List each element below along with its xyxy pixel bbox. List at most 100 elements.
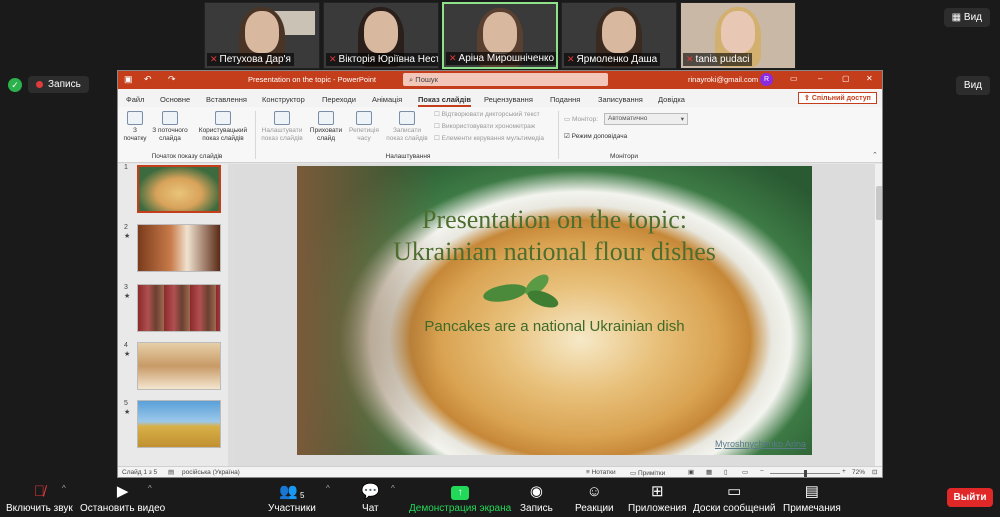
reading-view-icon[interactable]: ▯ <box>724 468 728 476</box>
participant-tile-2[interactable]: ✕Вікторія Юріївна Несте... <box>323 2 439 69</box>
chat-button[interactable]: 💬 Чат <box>361 480 380 514</box>
window-title: Presentation on the topic - PowerPoint <box>248 75 376 84</box>
video-button[interactable]: ▶ Остановить видео <box>80 480 165 514</box>
animation-star-icon: ★ <box>124 293 131 300</box>
chevron-up-icon[interactable]: ^ <box>148 484 152 493</box>
collapse-ribbon-icon[interactable]: ⌃ <box>872 151 878 159</box>
chk-narration[interactable]: ☐ Відтворювати дикторський текст <box>434 111 554 119</box>
fit-slide-icon[interactable]: ⊡ <box>872 468 877 476</box>
slide-title-line1: Presentation on the topic: <box>421 205 687 234</box>
notes-label: Примечания <box>783 503 841 514</box>
slide-thumb-4[interactable] <box>137 342 221 390</box>
monitor-icon: ▭ <box>564 116 571 123</box>
share-view-button[interactable]: Вид <box>955 76 990 95</box>
slide-title: Presentation on the topic: Ukrainian nat… <box>297 204 812 268</box>
normal-view-icon[interactable]: ▣ <box>688 468 694 476</box>
thumb-number: 5 <box>124 400 128 407</box>
undo-icon[interactable]: ↶ <box>144 74 152 85</box>
slide-thumb-2[interactable] <box>137 224 221 272</box>
tab-home[interactable]: Основне <box>160 95 190 104</box>
share-label: Спільний доступ <box>811 95 871 102</box>
play-current-icon <box>162 111 178 125</box>
custom-show-button[interactable]: Користувацький показ слайдів <box>196 111 250 142</box>
tab-view[interactable]: Подання <box>550 95 580 104</box>
slide-thumb-3[interactable] <box>137 284 221 332</box>
participants-button[interactable]: 👥 5 Участники <box>268 480 316 514</box>
account-email[interactable]: rinayroki@gmail.com <box>688 75 758 84</box>
tab-transitions[interactable]: Переходи <box>322 95 356 104</box>
tab-slideshow[interactable]: Показ слайдів <box>418 95 471 107</box>
chk-timings[interactable]: ☐ Використовувати хронометраж <box>434 123 554 131</box>
rehearse-button[interactable]: Репетиція часу <box>346 111 382 142</box>
maximize-icon[interactable]: ▢ <box>842 74 850 83</box>
chk-narration-label: Відтворювати дикторський текст <box>441 111 540 118</box>
scrollbar-thumb[interactable] <box>876 186 882 220</box>
participant-tile-3[interactable]: ✕ Аріна Мирошніченко <box>442 2 558 69</box>
monitor-select[interactable]: Автоматично ▾ <box>604 113 688 125</box>
chevron-up-icon[interactable]: ^ <box>326 484 330 493</box>
custom-show-label: Користувацький показ слайдів <box>198 127 248 142</box>
recording-indicator[interactable]: Запись <box>28 76 89 93</box>
share-view-label: Вид <box>963 80 982 91</box>
ribbon-display-icon[interactable]: ▭ <box>790 74 798 83</box>
vertical-scrollbar[interactable] <box>875 164 882 466</box>
zoom-out-icon[interactable]: − <box>760 468 764 475</box>
tab-design[interactable]: Конструктор <box>262 95 305 104</box>
spellcheck-icon[interactable]: ▤ <box>168 468 174 476</box>
chk-presenter[interactable]: ☑ Режим доповідача <box>564 133 664 141</box>
redo-icon[interactable]: ↷ <box>168 74 176 85</box>
notes-button[interactable]: ≡ Нотатки <box>586 469 616 476</box>
close-icon[interactable]: ✕ <box>866 74 873 83</box>
group-label-setup: Налаштування <box>385 153 431 160</box>
notes-button[interactable]: ▤ Примечания <box>783 480 841 514</box>
rehearse-icon <box>356 111 372 125</box>
zoom-slider[interactable] <box>770 470 840 477</box>
chevron-up-icon[interactable]: ^ <box>391 484 395 493</box>
zoom-in-icon[interactable]: + <box>842 468 846 475</box>
record-button[interactable]: ◉ Запись <box>520 480 553 514</box>
mic-off-icon: ✕ <box>210 54 218 64</box>
comments-button[interactable]: ▭ Примітки <box>630 469 665 477</box>
record-show-button[interactable]: Записати показ слайдів <box>384 111 430 142</box>
tab-animations[interactable]: Анімація <box>372 95 402 104</box>
whiteboards-label: Доски сообщений <box>693 503 776 514</box>
security-shield-icon[interactable]: ✓ <box>8 78 22 92</box>
view-button[interactable]: ▦ Вид <box>943 8 990 27</box>
reactions-button[interactable]: ☺ Реакции <box>575 480 614 514</box>
ppt-title-bar: ▣ ↶ ↷ Presentation on the topic - PowerP… <box>118 71 882 89</box>
from-start-button[interactable]: З початку <box>122 111 148 142</box>
hide-slide-button[interactable]: Приховати слайд <box>308 111 344 142</box>
tab-record[interactable]: Записування <box>598 95 643 104</box>
from-current-button[interactable]: З поточного слайда <box>150 111 190 142</box>
share-screen-button[interactable]: ↑ Демонстрация экрана <box>409 480 511 514</box>
tab-help[interactable]: Довідка <box>658 95 685 104</box>
language-indicator[interactable]: російська (Україна) <box>182 469 240 476</box>
participant-tile-5[interactable]: ✕ tania pudaci <box>680 2 796 69</box>
chevron-up-icon[interactable]: ^ <box>62 484 66 493</box>
chk-media[interactable]: ☐ Елементи керування мультимедіа <box>434 135 554 143</box>
slide-thumb-5[interactable] <box>137 400 221 448</box>
main-slide[interactable]: Presentation on the topic: Ukrainian nat… <box>297 166 812 455</box>
leave-button[interactable]: Выйти <box>947 488 993 507</box>
minimize-icon[interactable]: – <box>818 74 822 83</box>
participant-tile-4[interactable]: ✕ Ярмоленко Даша <box>561 2 677 69</box>
zoom-level[interactable]: 72% <box>852 469 865 476</box>
save-icon[interactable]: ▣ <box>124 74 133 85</box>
sorter-view-icon[interactable]: ▦ <box>706 468 712 476</box>
apps-button[interactable]: ⊞ Приложения <box>628 480 687 514</box>
presenter-label: Режим доповідача <box>571 133 628 140</box>
slide-thumb-1[interactable] <box>137 165 221 213</box>
tab-file[interactable]: Файл <box>126 95 144 104</box>
zoom-thumb[interactable] <box>804 470 807 477</box>
slideshow-view-icon[interactable]: ▭ <box>742 468 748 476</box>
search-box[interactable]: ⌕ Пошук <box>403 73 608 86</box>
setup-show-button[interactable]: Налаштувати показ слайдів <box>258 111 306 142</box>
participant-name: Вікторія Юріївна Несте... <box>338 54 438 65</box>
tab-insert[interactable]: Вставлення <box>206 95 247 104</box>
participant-tile-1[interactable]: ✕ Петухова Дар'я <box>204 2 320 69</box>
whiteboards-button[interactable]: ▭ Доски сообщений <box>693 480 776 514</box>
tab-review[interactable]: Рецензування <box>484 95 533 104</box>
share-button[interactable]: ⇪ Спільний доступ <box>798 92 877 104</box>
avatar[interactable]: R <box>760 73 773 86</box>
slide-author: Myroshnychenko Arina <box>714 439 806 449</box>
